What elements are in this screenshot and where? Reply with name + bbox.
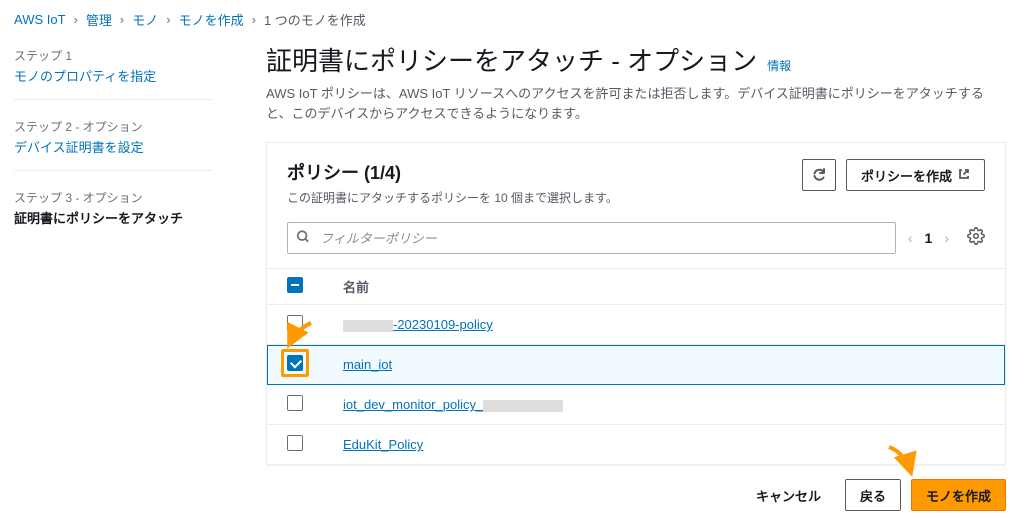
- chevron-right-icon: ›: [166, 12, 170, 27]
- step-3-label: ステップ 3 - オプション: [14, 189, 212, 206]
- policies-panel: ポリシー (1/4) この証明書にアタッチするポリシーを 10 個まで選択します…: [266, 142, 1006, 465]
- header-checkbox-cell: [267, 269, 323, 305]
- breadcrumb-aws-iot[interactable]: AWS IoT: [14, 12, 66, 27]
- breadcrumb-create-things[interactable]: モノを作成: [179, 10, 244, 29]
- filter-row: ‹ 1 ›: [267, 216, 1005, 268]
- refresh-button[interactable]: [802, 159, 836, 191]
- next-page[interactable]: ›: [942, 230, 951, 246]
- chevron-right-icon: ›: [120, 12, 124, 27]
- panel-subtitle: この証明書にアタッチするポリシーを 10 個まで選択します。: [287, 189, 618, 206]
- policies-table: 名前 -20230109-policy main_iot: [267, 268, 1005, 464]
- policy-link[interactable]: iot_dev_monitor_policy_: [343, 397, 563, 412]
- step-1-title[interactable]: モノのプロパティを指定: [14, 66, 212, 85]
- table-row[interactable]: main_iot: [267, 345, 1005, 385]
- filter-input-wrap: [287, 222, 896, 254]
- breadcrumb-current: 1 つのモノを作成: [264, 10, 366, 29]
- row-checkbox[interactable]: [287, 435, 303, 451]
- policy-link[interactable]: main_iot: [343, 357, 392, 372]
- create-thing-button[interactable]: モノを作成: [911, 479, 1006, 511]
- page-description: AWS IoT ポリシーは、AWS IoT リソースへのアクセスを許可または拒否…: [266, 84, 986, 124]
- policy-link[interactable]: EduKit_Policy: [343, 437, 423, 452]
- breadcrumb: AWS IoT › 管理 › モノ › モノを作成 › 1 つのモノを作成: [0, 0, 1024, 37]
- chevron-right-icon: ›: [74, 12, 78, 27]
- table-row[interactable]: iot_dev_monitor_policy_: [267, 385, 1005, 425]
- page-number: 1: [925, 230, 933, 246]
- breadcrumb-manage[interactable]: 管理: [86, 10, 112, 29]
- search-icon: [296, 230, 310, 247]
- panel-title: ポリシー (1/4): [287, 159, 618, 185]
- policy-link[interactable]: -20230109-policy: [343, 317, 493, 332]
- row-checkbox[interactable]: [287, 395, 303, 411]
- external-link-icon: [958, 168, 970, 183]
- redacted-text: [343, 320, 393, 332]
- row-checkbox[interactable]: [287, 315, 303, 331]
- panel-header: ポリシー (1/4) この証明書にアタッチするポリシーを 10 個まで選択します…: [267, 143, 1005, 216]
- row-checkbox[interactable]: [287, 355, 303, 371]
- filter-input[interactable]: [287, 222, 896, 254]
- breadcrumb-things[interactable]: モノ: [132, 10, 158, 29]
- step-1[interactable]: ステップ 1 モノのプロパティを指定: [14, 41, 212, 100]
- main-content: 証明書にポリシーをアタッチ - オプション 情報 AWS IoT ポリシーは、A…: [232, 37, 1024, 511]
- chevron-right-icon: ›: [252, 12, 256, 27]
- select-all-checkbox[interactable]: [287, 277, 303, 293]
- back-button[interactable]: 戻る: [845, 479, 901, 511]
- page-title-row: 証明書にポリシーをアタッチ - オプション 情報: [266, 41, 1006, 78]
- table-row[interactable]: -20230109-policy: [267, 305, 1005, 345]
- step-2-label: ステップ 2 - オプション: [14, 118, 212, 135]
- page-title: 証明書にポリシーをアタッチ - オプション: [266, 41, 757, 78]
- header-name[interactable]: 名前: [323, 269, 1005, 305]
- step-3: ステップ 3 - オプション 証明書にポリシーをアタッチ: [14, 183, 212, 241]
- wizard-steps: ステップ 1 モノのプロパティを指定 ステップ 2 - オプション デバイス証明…: [0, 37, 232, 511]
- info-link[interactable]: 情報: [767, 57, 791, 74]
- prev-page[interactable]: ‹: [906, 230, 915, 246]
- redacted-text: [483, 400, 563, 412]
- pager: ‹ 1 ›: [906, 230, 951, 246]
- step-3-title: 証明書にポリシーをアタッチ: [14, 208, 212, 227]
- wizard-footer: キャンセル 戻る モノを作成: [266, 465, 1006, 511]
- step-1-label: ステップ 1: [14, 47, 212, 64]
- cancel-button[interactable]: キャンセル: [742, 479, 835, 511]
- refresh-icon: [811, 166, 827, 185]
- create-policy-button[interactable]: ポリシーを作成: [846, 159, 985, 191]
- create-policy-label: ポリシーを作成: [861, 166, 952, 185]
- settings-button[interactable]: [961, 227, 985, 250]
- step-2-title[interactable]: デバイス証明書を設定: [14, 137, 212, 156]
- step-2[interactable]: ステップ 2 - オプション デバイス証明書を設定: [14, 112, 212, 171]
- table-row[interactable]: EduKit_Policy: [267, 425, 1005, 465]
